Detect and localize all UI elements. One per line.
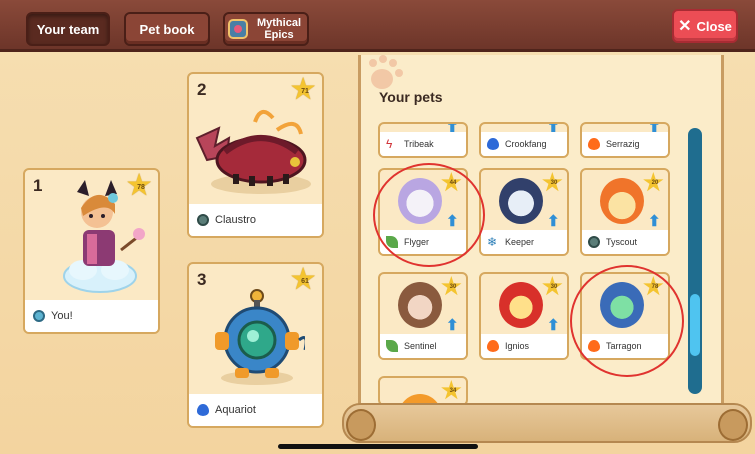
tab-mythical-epics[interactable]: Mythical Epics bbox=[223, 12, 309, 46]
pet-card-tribeak[interactable]: ⬆ ϟ Tribeak bbox=[378, 122, 468, 158]
close-label: Close bbox=[696, 18, 732, 34]
team-card-3[interactable]: 3 61 Aquariot bbox=[187, 262, 324, 428]
team-slot-number: 2 bbox=[197, 80, 207, 99]
pet-name-bar: Tyscout bbox=[582, 230, 668, 254]
pet-name: Sentinel bbox=[404, 341, 437, 351]
pet-card-ignios[interactable]: 30 ⬆ Ignios bbox=[479, 272, 569, 360]
pet-card-partial[interactable]: 34 bbox=[378, 376, 468, 406]
upgrade-arrow-icon: ⬆ bbox=[446, 317, 459, 334]
ice-icon: ❄ bbox=[487, 235, 498, 249]
shadow-icon bbox=[197, 214, 209, 226]
close-icon: ✕ bbox=[678, 18, 692, 35]
tab-label: Pet book bbox=[139, 21, 195, 37]
tab-your-team[interactable]: Your team bbox=[26, 12, 110, 46]
water-icon bbox=[197, 404, 209, 416]
team-member-name: You! bbox=[51, 310, 73, 322]
scroll-roll-decoration bbox=[342, 403, 752, 443]
team-member-name: Aquariot bbox=[215, 404, 256, 416]
level-badge: 71 bbox=[291, 74, 316, 105]
highlight-circle-flyger bbox=[373, 163, 485, 267]
highlight-circle-tarragon bbox=[570, 265, 684, 377]
keeper-portrait bbox=[499, 178, 543, 224]
pet-name-bar: ❄ Keeper bbox=[481, 230, 567, 254]
team-name-bar: You! bbox=[25, 300, 158, 332]
tyscout-portrait bbox=[600, 178, 644, 224]
pet-name: Tribeak bbox=[404, 139, 434, 149]
level-badge: 30 bbox=[441, 274, 462, 300]
tab-label: Mythical Epics bbox=[256, 17, 301, 41]
pet-name: Ignios bbox=[505, 341, 530, 351]
ignios-portrait bbox=[499, 282, 543, 328]
pet-card-crookfang[interactable]: ⬆ Crookfang bbox=[479, 122, 569, 158]
upgrade-arrow-icon: ⬆ bbox=[547, 213, 560, 230]
fire-icon bbox=[588, 138, 600, 150]
upgrade-arrow-icon: ⬆ bbox=[648, 213, 661, 230]
team-member-name: Claustro bbox=[215, 214, 256, 226]
pet-card-serrazig[interactable]: ⬆ Serrazig bbox=[580, 122, 670, 158]
mythical-epics-icon bbox=[228, 19, 248, 39]
pet-name-bar: Serrazig bbox=[582, 132, 668, 156]
paw-print-icon bbox=[367, 55, 405, 91]
team-card-2[interactable]: 2 71 Claustro bbox=[187, 72, 324, 238]
pet-name-bar: Sentinel bbox=[380, 334, 466, 358]
aquariot-portrait bbox=[215, 289, 305, 385]
player-avatar bbox=[63, 180, 145, 293]
pets-scrollbar-thumb[interactable] bbox=[688, 292, 702, 358]
star-icon bbox=[33, 310, 45, 322]
team-name-bar: Claustro bbox=[189, 204, 322, 236]
level-badge: 30 bbox=[542, 274, 563, 300]
pet-name: Tyscout bbox=[606, 237, 638, 247]
team-slot-number: 1 bbox=[33, 176, 43, 195]
plant-icon bbox=[386, 340, 398, 352]
sentinel-portrait bbox=[398, 282, 442, 328]
level-badge: 34 bbox=[441, 378, 462, 404]
home-indicator bbox=[278, 444, 478, 449]
pet-name-bar: Crookfang bbox=[481, 132, 567, 156]
pet-name: Serrazig bbox=[606, 139, 640, 149]
team-slot-number: 3 bbox=[197, 270, 207, 289]
pet-card-tyscout[interactable]: 20 ⬆ Tyscout bbox=[580, 168, 670, 256]
pet-name: Crookfang bbox=[505, 139, 547, 149]
level-badge: 20 bbox=[643, 170, 664, 196]
pet-name: Keeper bbox=[505, 237, 535, 247]
claustro-portrait bbox=[195, 110, 311, 194]
team-name-bar: Aquariot bbox=[189, 394, 322, 426]
upgrade-arrow-icon: ⬆ bbox=[547, 317, 560, 334]
panel-title: Your pets bbox=[379, 89, 443, 105]
close-button[interactable]: ✕ Close bbox=[672, 9, 738, 43]
pet-card-sentinel[interactable]: 30 ⬆ Sentinel bbox=[378, 272, 468, 360]
pet-name-bar: Ignios bbox=[481, 334, 567, 358]
fire-icon bbox=[487, 340, 499, 352]
pet-name-bar: ϟ Tribeak bbox=[380, 132, 466, 156]
level-badge: 30 bbox=[542, 170, 563, 196]
tab-label: Your team bbox=[36, 21, 100, 37]
shadow-icon bbox=[588, 236, 600, 248]
team-card-1[interactable]: 1 78 You! bbox=[23, 168, 160, 334]
water-icon bbox=[487, 138, 499, 150]
storm-icon: ϟ bbox=[386, 137, 393, 151]
pet-card-keeper[interactable]: 30 ⬆ ❄ Keeper bbox=[479, 168, 569, 256]
top-bar: Your team Pet book Mythical Epics ✕ Clos… bbox=[0, 0, 755, 52]
tab-pet-book[interactable]: Pet book bbox=[124, 12, 210, 46]
